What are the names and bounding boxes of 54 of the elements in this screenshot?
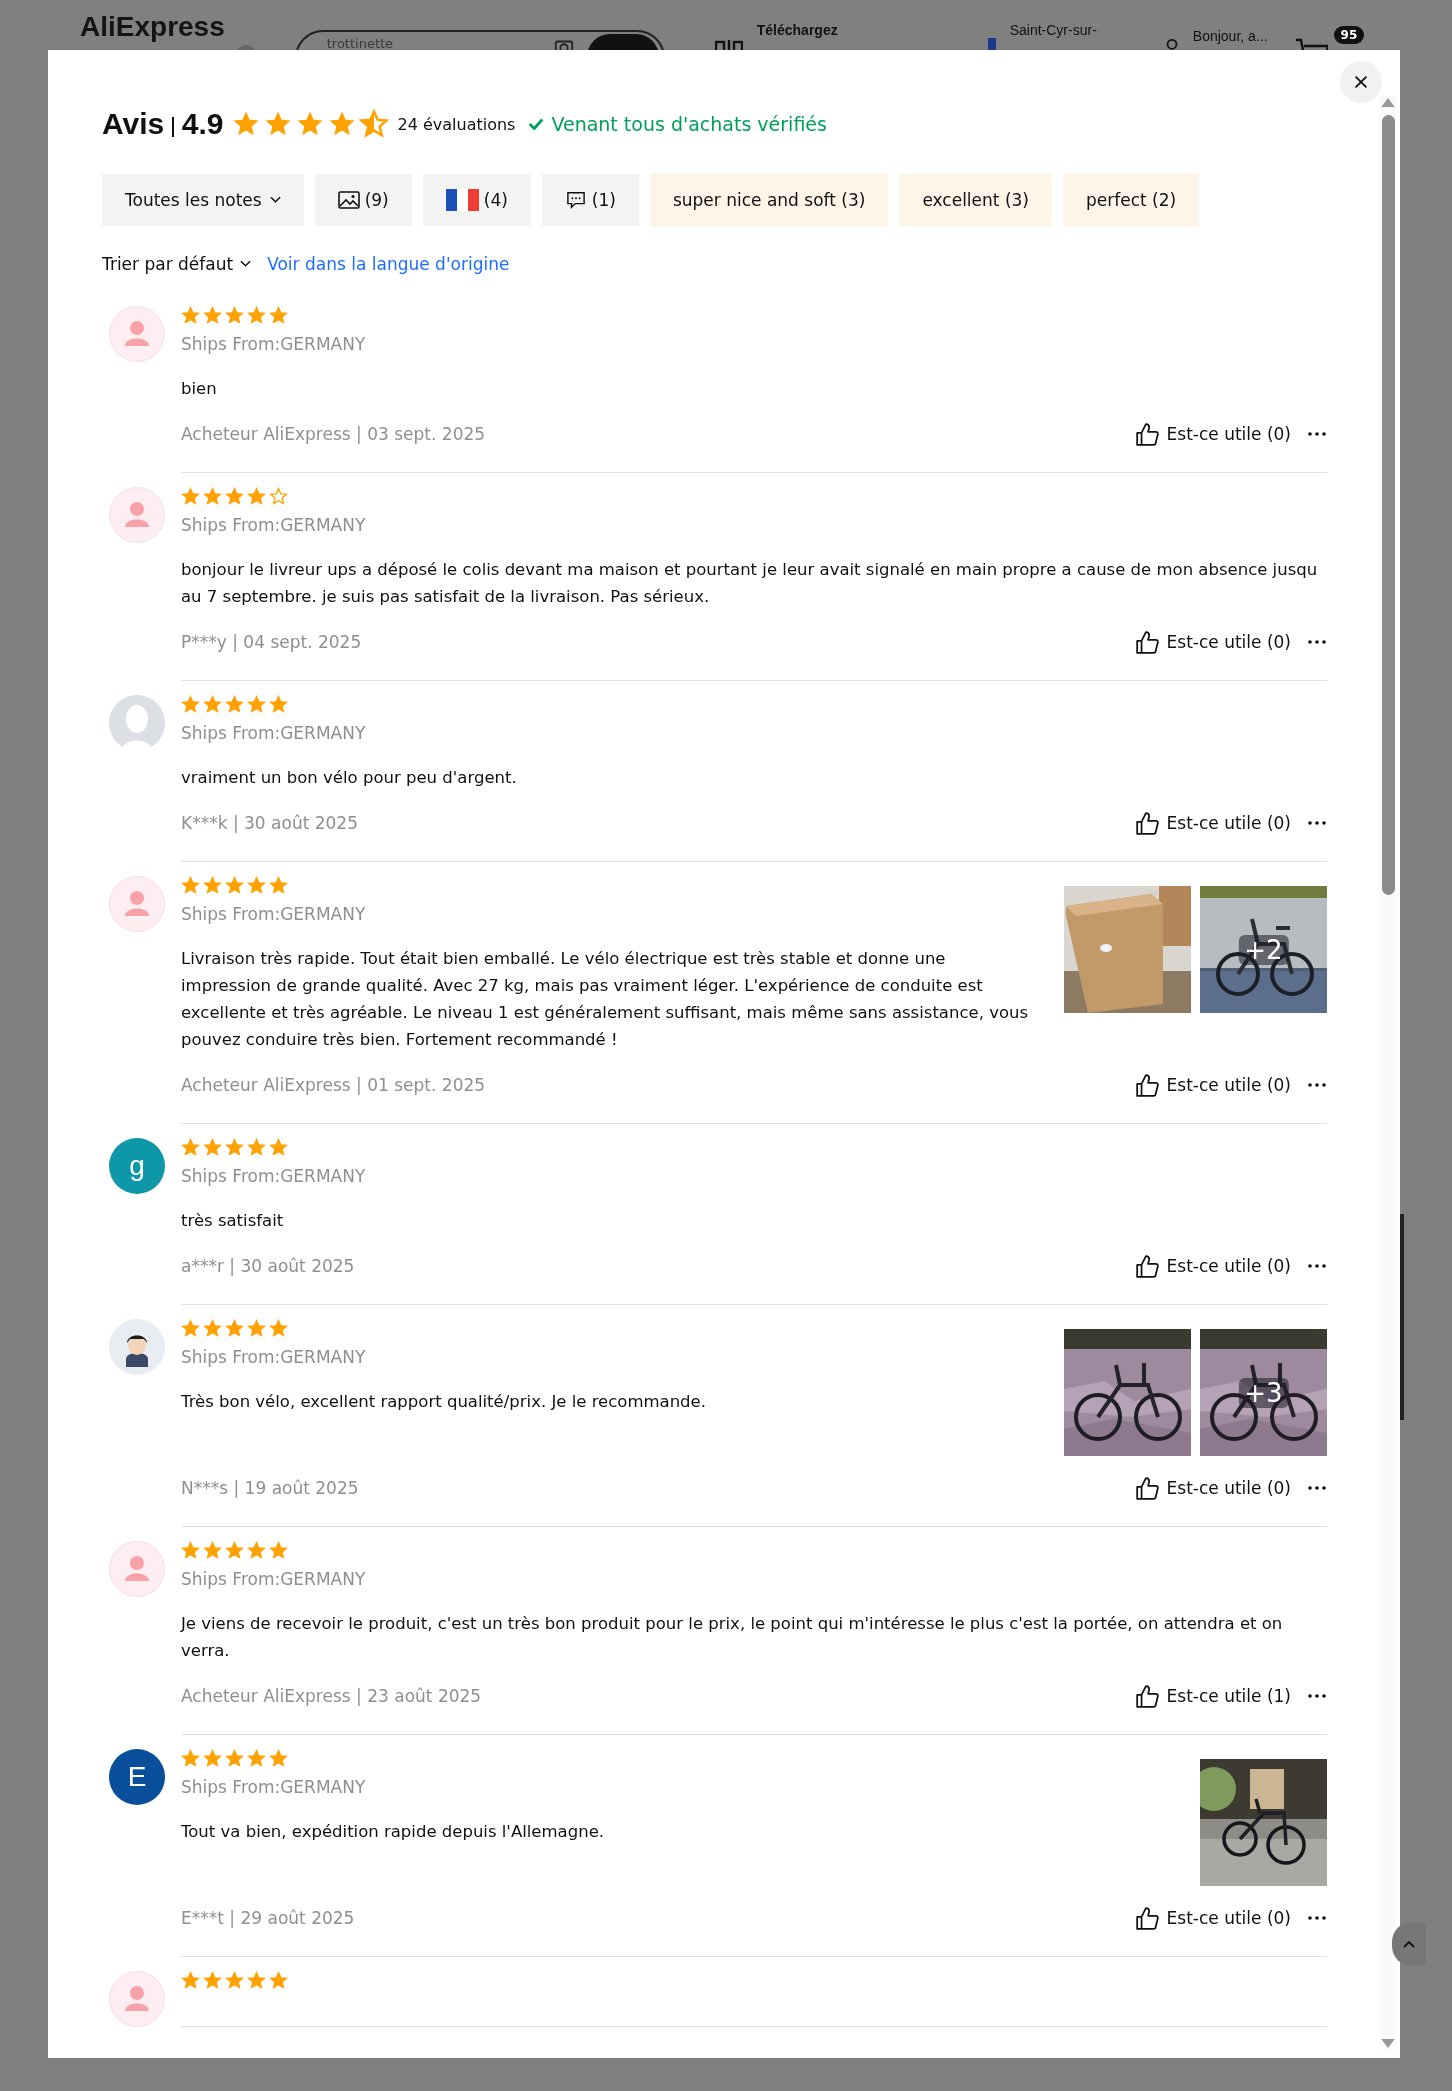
helpful-button[interactable]: Est-ce utile (0) [1134, 1073, 1291, 1097]
author-date: K***k | 30 août 2025 [181, 813, 358, 833]
review-text: très satisfait [181, 1210, 285, 1232]
review-text: Livraison très rapide. Tout était bien emballé. Le vélo électrique est très stable et donne une impression de grande qualité. Avec 27 kg, mais pas vraiment léger. L'expérience de conduite est excellente et très agréable. Le niveau 1 est généralement suffisant, mais même sans assistance, vous pouvez conduire très bien. Fortement recommandé ! [181, 948, 1030, 1051]
helpful-button[interactable]: Est-ce utile (0) [1134, 1476, 1291, 1500]
sort-dropdown[interactable]: Trier par défaut [102, 254, 252, 274]
ships-from-label: Ships From:GERMANY [181, 903, 367, 926]
avatar: g [109, 1138, 165, 1194]
app-download-link[interactable]: Téléchargez [756, 22, 838, 38]
filter-chip[interactable]: perfect (2) [1062, 174, 1200, 226]
helpful-button[interactable]: Est-ce utile (0) [1134, 630, 1291, 654]
helpful-button[interactable]: Est-ce utile (1) [1134, 1684, 1291, 1708]
more-photos-count[interactable]: +3 [1238, 1377, 1289, 1408]
author-date: Acheteur AliExpress | 23 août 2025 [181, 1686, 482, 1706]
review-text: Très bon vélo, excellent rapport qualité/prix. Je le recommande. [181, 1391, 707, 1413]
author-date: N***s | 19 août 2025 [181, 1478, 359, 1498]
logo[interactable]: AliExpress [80, 12, 225, 42]
filter-chip[interactable]: Toutes les notes [102, 174, 304, 226]
rating-value: 4.9 [181, 107, 224, 141]
author-date: Acheteur AliExpress | 01 sept. 2025 [181, 1075, 486, 1095]
review-text: bien [181, 378, 218, 400]
review-text: Tout va bien, expédition rapide depuis l'Allemagne. [181, 1821, 606, 1843]
review-text: bonjour le livreur ups a déposé le colis devant ma maison et pourtant je leur avait signalé en main propre a cause de mon absence jusqu au 7 septembre. je suis pas satisfait de la livraison. Pas sérieux. [181, 559, 1319, 608]
avatar: E [109, 1749, 165, 1805]
author-date: E***t | 29 août 2025 [181, 1908, 355, 1928]
helpful-button[interactable]: Est-ce utile (0) [1134, 1906, 1291, 1930]
review-count: 24 évaluations [397, 114, 516, 134]
author-date: Acheteur AliExpress | 03 sept. 2025 [181, 424, 486, 444]
filter-chip[interactable]: (4) [422, 174, 531, 226]
filter-chip[interactable]: (9) [314, 174, 412, 226]
filter-chip[interactable]: excellent (3) [899, 174, 1052, 226]
ships-from-label: Ships From:GERMANY [181, 722, 367, 745]
filter-chip[interactable]: super nice and soft (3) [649, 174, 889, 226]
original-language-link[interactable]: Voir dans la langue d'origine [267, 254, 510, 274]
ships-from-label: Ships From:GERMANY [181, 1776, 367, 1799]
ships-from-label: Ships From:GERMANY [181, 1346, 367, 1369]
ships-from-label: Ships From:GERMANY [181, 514, 367, 537]
helpful-button[interactable]: Est-ce utile (0) [1134, 1254, 1291, 1278]
review-text: Je viens de recevoir le produit, c'est un très bon produit pour le prix, le point qui m'intéresse le plus c'est la portée, on attendra et on verra. [181, 1613, 1284, 1662]
verified-note: Venant tous d'achats vérifiés [551, 113, 827, 135]
filter-chip[interactable]: (1) [541, 174, 639, 226]
location-link[interactable]: Saint-Cyr-sur- [1009, 22, 1097, 38]
helpful-button[interactable]: Est-ce utile (0) [1134, 811, 1291, 835]
reviews-title: Avis [102, 107, 165, 141]
author-date: a***r | 30 août 2025 [181, 1256, 355, 1276]
author-date: P***y | 04 sept. 2025 [181, 632, 362, 652]
cart-count-badge: 95 [1333, 26, 1365, 44]
review-text: vraiment un bon vélo pour peu d'argent. [181, 767, 518, 789]
more-photos-count[interactable]: +2 [1238, 934, 1289, 965]
helpful-button[interactable]: Est-ce utile (0) [1134, 422, 1291, 446]
ships-from-label: Ships From:GERMANY [181, 1568, 367, 1591]
ships-from-label: Ships From:GERMANY [181, 333, 367, 356]
ships-from-label: Ships From:GERMANY [181, 1165, 367, 1188]
account-greeting[interactable]: Bonjour, a... [1192, 28, 1268, 44]
